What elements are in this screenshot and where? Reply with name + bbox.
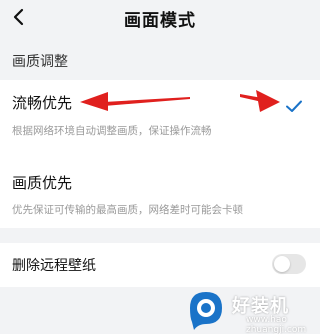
toggle-knob xyxy=(274,256,290,272)
quality-options-card: 流畅优先 根据网络环境自动调整画质，保证操作流畅 画质优先 优先保证可传输的最高… xyxy=(0,80,320,228)
remove-wallpaper-label: 删除远程壁纸 xyxy=(12,258,96,274)
logo-icon xyxy=(190,292,222,330)
check-icon xyxy=(286,100,302,112)
watermark-brand: 好装机 xyxy=(232,296,289,317)
option-description: 优先保证可传输的最高画质，网络差时可能会卡顿 xyxy=(12,204,243,216)
section-header: 画质调整 xyxy=(12,54,68,70)
option-label: 画质优先 xyxy=(12,174,73,192)
watermark-url: www.hao zhuangji.com xyxy=(246,315,307,334)
option-quality-priority[interactable]: 画质优先 优先保证可传输的最高画质，网络差时可能会卡顿 xyxy=(0,160,320,228)
option-smooth-priority[interactable]: 流畅优先 根据网络环境自动调整画质，保证操作流畅 xyxy=(0,80,320,148)
remove-wallpaper-row: 删除远程壁纸 xyxy=(0,243,320,287)
watermark: 好装机 www.hao zhuangji.com xyxy=(180,284,320,334)
option-description: 根据网络环境自动调整画质，保证操作流畅 xyxy=(12,125,212,137)
option-label: 流畅优先 xyxy=(12,94,73,112)
screen: 画面模式 画质调整 流畅优先 根据网络环境自动调整画质，保证操作流畅 画质优先 … xyxy=(0,0,320,334)
top-bar: 画面模式 xyxy=(0,0,320,34)
page-title: 画面模式 xyxy=(124,11,196,31)
remove-wallpaper-toggle[interactable] xyxy=(272,254,306,274)
